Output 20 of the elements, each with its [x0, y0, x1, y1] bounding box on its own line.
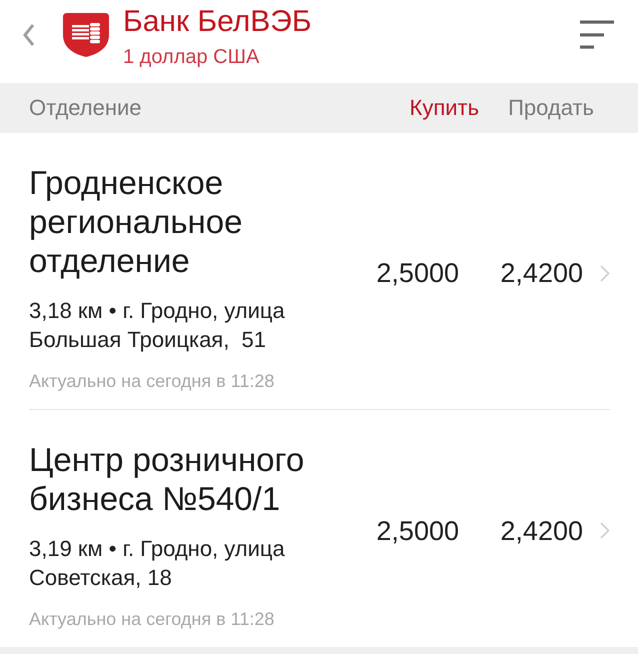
chevron-right-icon[interactable] — [600, 264, 610, 282]
back-icon[interactable] — [22, 24, 35, 46]
column-header[interactable]: Отделение — [29, 94, 380, 122]
branch-address: 3,18 км • г. Гродно, улица Большая Троицкая, 51 — [29, 297, 286, 354]
sell-rate: 2,4200 — [500, 257, 583, 289]
column-header[interactable]: Купить — [410, 94, 480, 122]
shield-logo-icon — [63, 13, 109, 57]
buy-rate: 2,5000 — [376, 257, 459, 289]
branch-name[interactable]: Гродненское региональное отделение — [29, 163, 359, 280]
currency-label: 1 доллар США — [123, 45, 260, 70]
update-time: Актуально на сегодня в 11:28 — [29, 608, 276, 631]
buy-rate: 2,5000 — [376, 514, 459, 546]
update-time: Актуально на сегодня в 11:28 — [29, 370, 276, 393]
bank-name: Банк БелВЭБ — [123, 4, 313, 40]
sell-rate: 2,4200 — [500, 514, 583, 546]
column-header[interactable]: Продать — [508, 94, 594, 122]
chevron-right-icon[interactable] — [600, 522, 610, 539]
branch-name[interactable]: Центр розничного бизнеса №540/1 — [29, 440, 359, 518]
branch-address: 3,19 км • г. Гродно, улица Советская, 18 — [29, 535, 286, 592]
sort-icon[interactable] — [580, 20, 614, 49]
